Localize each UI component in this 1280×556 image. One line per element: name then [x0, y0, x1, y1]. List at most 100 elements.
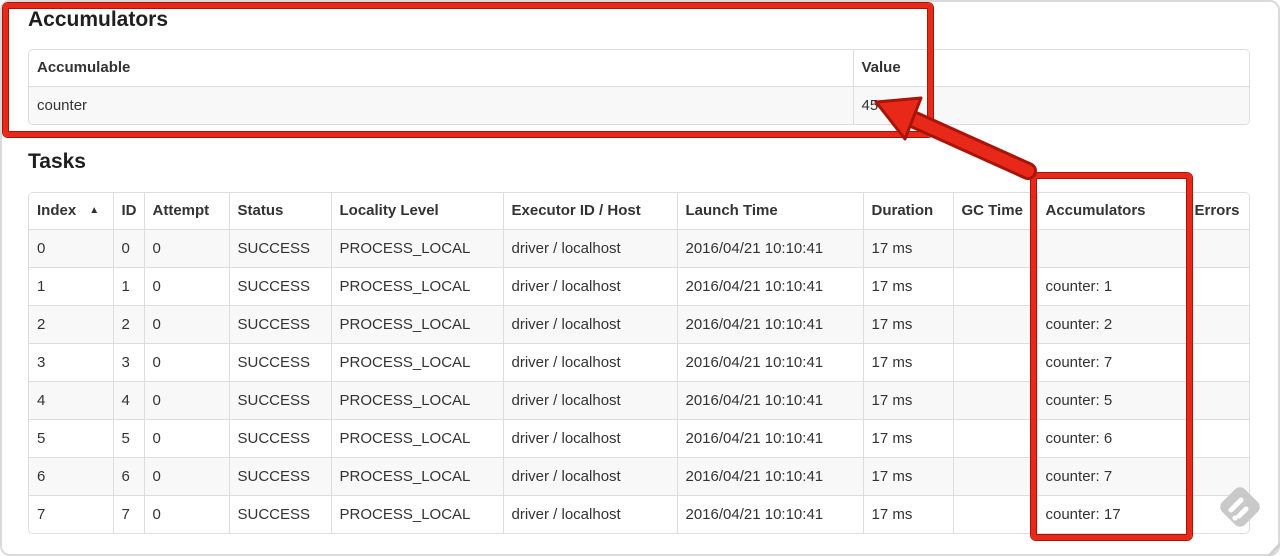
- column-header-value[interactable]: Value: [852, 50, 1249, 87]
- cell-id: 4: [112, 381, 144, 420]
- cell-launch-time: 2016/04/21 10:10:41: [676, 229, 863, 268]
- cell-errors: [1185, 495, 1249, 533]
- column-header-attempt[interactable]: Attempt: [143, 193, 229, 230]
- cell-launch-time: 2016/04/21 10:10:41: [676, 457, 863, 496]
- tasks-section-title: Tasks: [28, 150, 86, 173]
- cell-attempt: 0: [143, 495, 229, 533]
- cell-executor-id-host: driver / localhost: [502, 343, 677, 382]
- column-header-launch-time[interactable]: Launch Time: [676, 193, 863, 230]
- task-row: 4 4 0 SUCCESS PROCESS_LOCAL driver / localhos…: [29, 381, 1249, 420]
- column-header-locality-level[interactable]: Locality Level: [330, 193, 503, 230]
- cell-index: 0: [29, 229, 113, 268]
- cell-locality-level: PROCESS_LOCAL: [330, 419, 503, 458]
- cell-accumulable-name: counter: [29, 86, 853, 124]
- cell-errors: [1185, 419, 1249, 458]
- accumulators-table: Accumulable Value counter 45: [28, 49, 1250, 125]
- cell-errors: [1185, 305, 1249, 344]
- cell-errors: [1185, 267, 1249, 306]
- cell-status: SUCCESS: [228, 267, 331, 306]
- cell-launch-time: 2016/04/21 10:10:41: [676, 381, 863, 420]
- cell-launch-time: 2016/04/21 10:10:41: [676, 305, 863, 344]
- cell-gc-time: [952, 457, 1037, 496]
- cell-errors: [1185, 457, 1249, 496]
- cell-index: 7: [29, 495, 113, 533]
- cell-index: 3: [29, 343, 113, 382]
- task-row: 6 6 0 SUCCESS PROCESS_LOCAL driver / localhos…: [29, 457, 1249, 496]
- column-header-label: GC Time: [961, 202, 1023, 219]
- cell-accumulators: counter: 7: [1036, 343, 1186, 382]
- cell-status: SUCCESS: [228, 229, 331, 268]
- cell-locality-level: PROCESS_LOCAL: [330, 305, 503, 344]
- cell-errors: [1185, 381, 1249, 420]
- column-header-gc-time[interactable]: GC Time: [952, 193, 1037, 230]
- cell-launch-time: 2016/04/21 10:10:41: [676, 419, 863, 458]
- task-row: 1 1 0 SUCCESS PROCESS_LOCAL driver / localhos…: [29, 267, 1249, 306]
- column-header-status[interactable]: Status: [228, 193, 331, 230]
- cell-duration: 17 ms: [862, 419, 953, 458]
- cell-locality-level: PROCESS_LOCAL: [330, 343, 503, 382]
- column-header-label: Executor ID / Host: [511, 202, 641, 219]
- column-header-index[interactable]: Index ▲: [29, 193, 113, 230]
- cell-gc-time: [952, 229, 1037, 268]
- cell-id: 1: [112, 267, 144, 306]
- cell-index: 2: [29, 305, 113, 344]
- cell-errors: [1185, 343, 1249, 382]
- cell-accumulators: counter: 2: [1036, 305, 1186, 344]
- column-header-duration[interactable]: Duration: [862, 193, 953, 230]
- column-header-id[interactable]: ID: [112, 193, 144, 230]
- cell-attempt: 0: [143, 305, 229, 344]
- cell-status: SUCCESS: [228, 495, 331, 533]
- cell-attempt: 0: [143, 419, 229, 458]
- cell-launch-time: 2016/04/21 10:10:41: [676, 267, 863, 306]
- task-row: 3 3 0 SUCCESS PROCESS_LOCAL driver / localhos…: [29, 343, 1249, 382]
- column-header-label: Attempt: [152, 202, 210, 219]
- cell-accumulators: [1036, 229, 1186, 268]
- cell-duration: 17 ms: [862, 343, 953, 382]
- cell-errors: [1185, 229, 1249, 268]
- column-header-executor-id-host[interactable]: Executor ID / Host: [502, 193, 677, 230]
- cell-gc-time: [952, 381, 1037, 420]
- cell-gc-time: [952, 419, 1037, 458]
- cell-executor-id-host: driver / localhost: [502, 495, 677, 533]
- cell-executor-id-host: driver / localhost: [502, 229, 677, 268]
- cell-duration: 17 ms: [862, 267, 953, 306]
- cell-id: 6: [112, 457, 144, 496]
- column-header-label: Accumulators: [1045, 202, 1146, 219]
- column-header-accumulable[interactable]: Accumulable: [29, 50, 853, 87]
- tasks-header-row: Index ▲ ID Attempt Status Locality Level Execu…: [29, 193, 1249, 230]
- cell-id: 3: [112, 343, 144, 382]
- cell-accumulators: counter: 1: [1036, 267, 1186, 306]
- cell-accumulators: counter: 5: [1036, 381, 1186, 420]
- cell-gc-time: [952, 267, 1037, 306]
- cell-duration: 17 ms: [862, 229, 953, 268]
- column-header-label: Status: [237, 202, 284, 219]
- column-header-accumulators[interactable]: Accumulators: [1036, 193, 1186, 230]
- cell-index: 5: [29, 419, 113, 458]
- cell-attempt: 0: [143, 343, 229, 382]
- cell-accumulators: counter: 6: [1036, 419, 1186, 458]
- cell-executor-id-host: driver / localhost: [502, 267, 677, 306]
- cell-attempt: 0: [143, 381, 229, 420]
- column-header-label: Index: [37, 202, 77, 219]
- cell-status: SUCCESS: [228, 343, 331, 382]
- cell-status: SUCCESS: [228, 305, 331, 344]
- cell-locality-level: PROCESS_LOCAL: [330, 457, 503, 496]
- cell-executor-id-host: driver / localhost: [502, 457, 677, 496]
- task-row: 0 0 0 SUCCESS PROCESS_LOCAL driver / localhos…: [29, 229, 1249, 268]
- cell-executor-id-host: driver / localhost: [502, 305, 677, 344]
- cell-launch-time: 2016/04/21 10:10:41: [676, 343, 863, 382]
- cell-gc-time: [952, 305, 1037, 344]
- cell-attempt: 0: [143, 229, 229, 268]
- cell-duration: 17 ms: [862, 381, 953, 420]
- column-header-label: Errors: [1194, 202, 1240, 219]
- cell-status: SUCCESS: [228, 457, 331, 496]
- accumulators-header-row: Accumulable Value: [29, 50, 1249, 87]
- cell-status: SUCCESS: [228, 381, 331, 420]
- cell-locality-level: PROCESS_LOCAL: [330, 267, 503, 306]
- corner-artifact: [1266, 541, 1280, 556]
- cell-gc-time: [952, 495, 1037, 533]
- column-header-errors[interactable]: Errors: [1185, 193, 1249, 230]
- cell-attempt: 0: [143, 457, 229, 496]
- cell-locality-level: PROCESS_LOCAL: [330, 381, 503, 420]
- cell-accumulators: counter: 7: [1036, 457, 1186, 496]
